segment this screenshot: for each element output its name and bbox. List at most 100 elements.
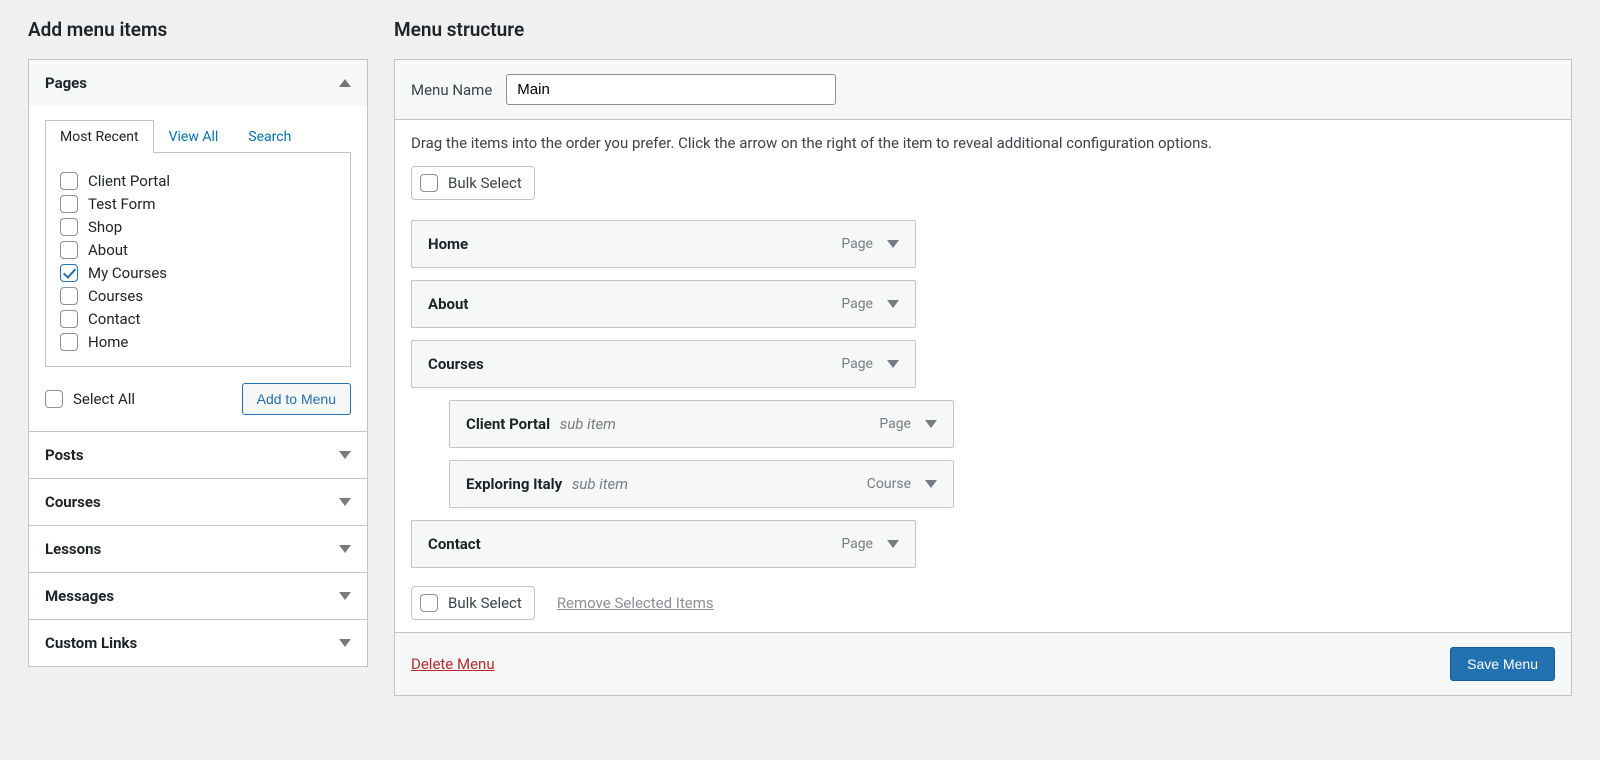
- accordion-section-messages: Messages: [29, 572, 367, 619]
- menu-item[interactable]: About Page: [411, 280, 916, 328]
- page-checkbox-row[interactable]: About: [60, 241, 336, 259]
- menu-item[interactable]: Exploring Italy sub item Course: [449, 460, 954, 508]
- page-checkbox-row[interactable]: Courses: [60, 287, 336, 305]
- tab-most-recent[interactable]: Most Recent: [45, 120, 154, 153]
- sub-item-label: sub item: [572, 475, 628, 493]
- page-checkbox[interactable]: [60, 195, 78, 213]
- page-checkbox[interactable]: [60, 172, 78, 190]
- menu-structure-title: Menu structure: [394, 18, 1572, 41]
- menu-item-title: Home: [428, 235, 468, 253]
- page-label: About: [88, 241, 128, 259]
- chevron-down-icon[interactable]: [925, 420, 937, 428]
- select-all-checkbox[interactable]: [45, 390, 63, 408]
- menu-name-label: Menu Name: [411, 81, 492, 99]
- menu-footer: Delete Menu Save Menu: [395, 632, 1571, 695]
- menu-item-title: About: [428, 295, 468, 313]
- menu-item[interactable]: Contact Page: [411, 520, 916, 568]
- accordion-header-messages[interactable]: Messages: [29, 573, 367, 619]
- accordion-header-courses[interactable]: Courses: [29, 479, 367, 525]
- accordion-title: Lessons: [45, 540, 101, 558]
- accordion-section-posts: Posts: [29, 431, 367, 478]
- menu-item-type: Page: [841, 296, 873, 312]
- chevron-down-icon: [339, 592, 351, 600]
- accordion-title: Posts: [45, 446, 84, 464]
- save-menu-button[interactable]: Save Menu: [1450, 647, 1555, 681]
- menu-name-input[interactable]: [506, 74, 836, 105]
- page-label: My Courses: [88, 264, 167, 282]
- page-label: Test Form: [88, 195, 155, 213]
- menu-item-type: Page: [879, 416, 911, 432]
- page-checkbox-row[interactable]: Contact: [60, 310, 336, 328]
- page-label: Client Portal: [88, 172, 170, 190]
- accordion-title: Custom Links: [45, 634, 137, 652]
- tab-view-all[interactable]: View All: [154, 120, 234, 153]
- chevron-down-icon[interactable]: [887, 360, 899, 368]
- accordion-section-lessons: Lessons: [29, 525, 367, 572]
- add-items-accordion: Pages Most Recent View All Search Client…: [28, 59, 368, 667]
- page-checkbox-row[interactable]: Shop: [60, 218, 336, 236]
- page-checkbox-row[interactable]: Test Form: [60, 195, 336, 213]
- bulk-select-checkbox[interactable]: [420, 174, 438, 192]
- menu-items-list: Home Page About Page C: [411, 220, 1555, 568]
- chevron-down-icon: [339, 451, 351, 459]
- accordion-header-pages[interactable]: Pages: [29, 60, 367, 106]
- menu-item-title: Client Portal sub item: [466, 415, 616, 433]
- page-label: Contact: [88, 310, 140, 328]
- page-checkbox[interactable]: [60, 287, 78, 305]
- accordion-header-lessons[interactable]: Lessons: [29, 526, 367, 572]
- menu-name-row: Menu Name: [395, 60, 1571, 120]
- page-checkbox[interactable]: [60, 241, 78, 259]
- chevron-down-icon: [339, 639, 351, 647]
- menu-item-meta: Page: [841, 536, 899, 552]
- page-checkbox-row[interactable]: Home: [60, 333, 336, 351]
- chevron-down-icon[interactable]: [887, 540, 899, 548]
- page-checkbox[interactable]: [60, 218, 78, 236]
- chevron-up-icon: [339, 79, 351, 87]
- page-checkbox-row[interactable]: My Courses: [60, 264, 336, 282]
- chevron-down-icon[interactable]: [887, 240, 899, 248]
- select-all-label: Select All: [73, 390, 135, 408]
- accordion-body-pages: Most Recent View All Search Client Porta…: [29, 106, 367, 431]
- menu-item-type: Page: [841, 236, 873, 252]
- menu-item-title: Courses: [428, 355, 484, 373]
- menu-item[interactable]: Client Portal sub item Page: [449, 400, 954, 448]
- accordion-title: Courses: [45, 493, 101, 511]
- menu-item[interactable]: Courses Page: [411, 340, 916, 388]
- page-checkbox[interactable]: [60, 310, 78, 328]
- accordion-section-courses: Courses: [29, 478, 367, 525]
- add-to-menu-button[interactable]: Add to Menu: [242, 383, 351, 415]
- bulk-select-checkbox[interactable]: [420, 594, 438, 612]
- menu-panel: Menu Name Drag the items into the order …: [394, 59, 1572, 696]
- chevron-down-icon[interactable]: [887, 300, 899, 308]
- page-label: Courses: [88, 287, 143, 305]
- chevron-down-icon[interactable]: [925, 480, 937, 488]
- chevron-down-icon: [339, 498, 351, 506]
- remove-selected-link[interactable]: Remove Selected Items: [557, 594, 714, 612]
- delete-menu-link[interactable]: Delete Menu: [411, 655, 495, 673]
- select-all-row[interactable]: Select All: [45, 390, 135, 408]
- bulk-select-label: Bulk Select: [448, 594, 522, 612]
- menu-item-meta: Page: [841, 356, 899, 372]
- bulk-select-top[interactable]: Bulk Select: [411, 166, 535, 200]
- page-label: Home: [88, 333, 128, 351]
- instructions-text: Drag the items into the order you prefer…: [411, 134, 1555, 152]
- accordion-header-custom-links[interactable]: Custom Links: [29, 620, 367, 666]
- page-checkbox[interactable]: [60, 333, 78, 351]
- menu-item-title: Exploring Italy sub item: [466, 475, 628, 493]
- menu-body: Drag the items into the order you prefer…: [395, 120, 1571, 632]
- select-add-row: Select All Add to Menu: [45, 383, 351, 415]
- menu-item-meta: Page: [879, 416, 937, 432]
- chevron-down-icon: [339, 545, 351, 553]
- accordion-header-posts[interactable]: Posts: [29, 432, 367, 478]
- bulk-select-label: Bulk Select: [448, 174, 522, 192]
- page-checkbox-row[interactable]: Client Portal: [60, 172, 336, 190]
- page-checkbox[interactable]: [60, 264, 78, 282]
- menu-item-meta: Page: [841, 236, 899, 252]
- accordion-title: Messages: [45, 587, 114, 605]
- page-label: Shop: [88, 218, 122, 236]
- add-items-title: Add menu items: [28, 18, 368, 41]
- menu-item[interactable]: Home Page: [411, 220, 916, 268]
- bulk-select-bottom[interactable]: Bulk Select: [411, 586, 535, 620]
- tab-search[interactable]: Search: [233, 120, 306, 153]
- menu-item-title: Contact: [428, 535, 481, 553]
